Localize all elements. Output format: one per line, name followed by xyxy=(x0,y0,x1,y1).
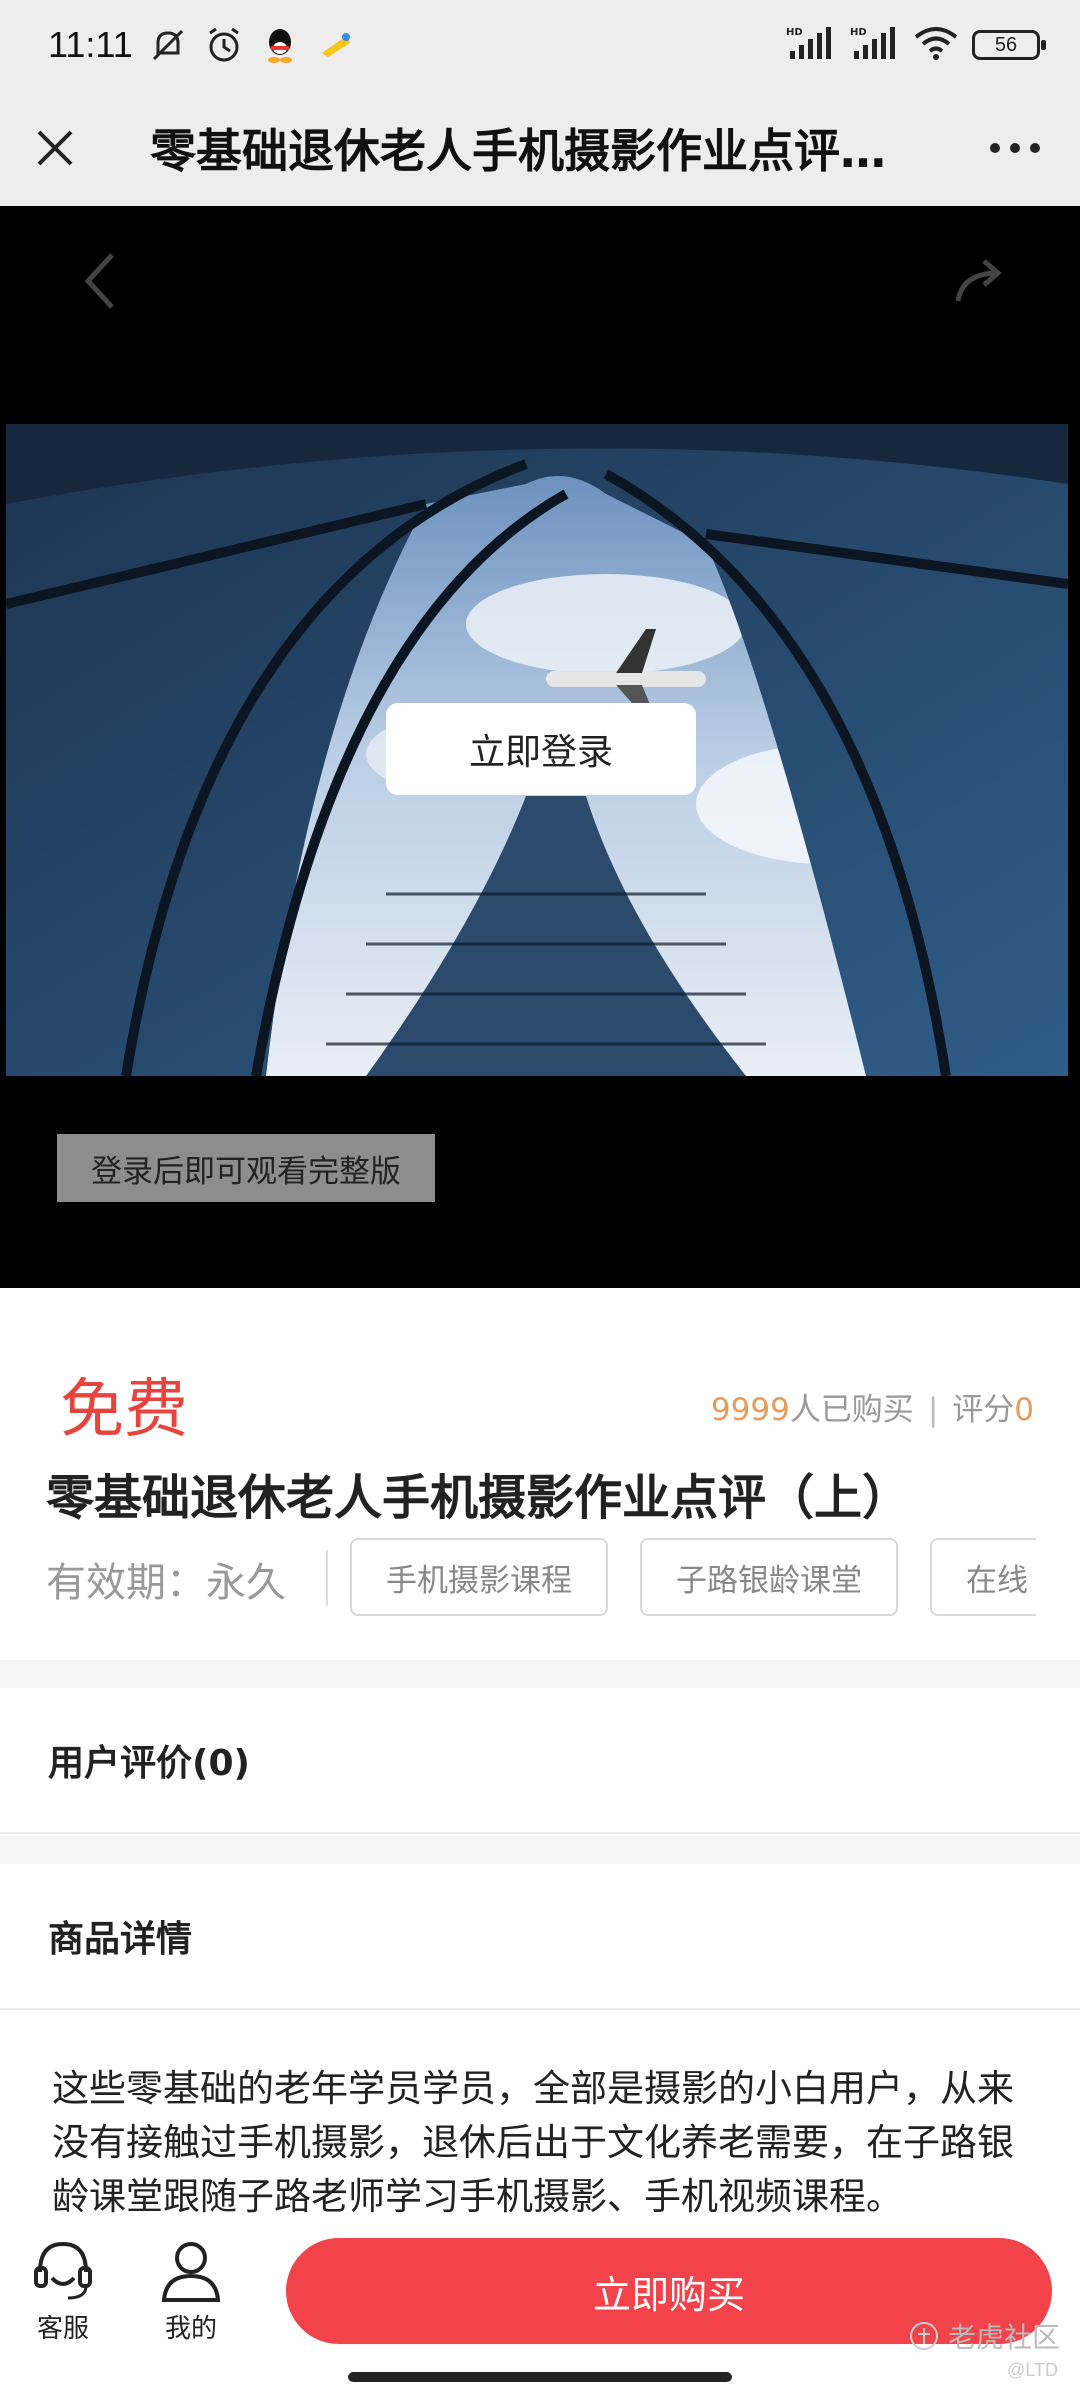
status-time: 11:11 xyxy=(48,24,133,65)
qq-icon xyxy=(259,24,301,66)
close-button[interactable] xyxy=(0,90,110,206)
product-description: 这些零基础的老年学员学员，全部是摄影的小白用户，从来没有接触过手机摄影，退休后出… xyxy=(52,2067,1014,2218)
rating-label: 评分 xyxy=(952,1392,1015,1428)
watermark-sub: @LTD xyxy=(1007,2360,1058,2380)
tag[interactable]: 在线 xyxy=(930,1538,1036,1616)
watermark: 老虎社区 xyxy=(908,2316,1060,2356)
section-gap xyxy=(0,1660,1080,1688)
validity-label: 有效期： xyxy=(46,1560,206,1606)
mute-icon xyxy=(147,24,189,66)
user-icon xyxy=(161,2242,221,2302)
preview-tip: 登录后即可观看完整版 xyxy=(57,1134,435,1202)
hd-signal-icon: HD xyxy=(786,25,836,65)
chevron-left-icon xyxy=(84,253,114,309)
video-player[interactable]: 立即登录 登录后即可观看完整版 xyxy=(0,206,1080,1288)
svg-text:HD: HD xyxy=(850,27,867,38)
customer-service-label: 客服 xyxy=(36,2314,89,2344)
more-button[interactable] xyxy=(950,90,1080,206)
customer-service-button[interactable]: 客服 xyxy=(18,2238,108,2345)
reviews-section[interactable]: 用户评价(0) xyxy=(0,1688,1080,1834)
hd-signal-icon: HD xyxy=(850,25,900,65)
product-stats: 9999人已购买 | 评分0 xyxy=(711,1384,1034,1429)
close-icon xyxy=(37,130,73,166)
login-overlay-button[interactable]: 立即登录 xyxy=(386,703,696,795)
validity-value: 永久 xyxy=(206,1560,286,1606)
tiger-logo-icon xyxy=(909,2322,938,2350)
page-title: 零基础退休老人手机摄影作业点评（上） xyxy=(150,124,950,178)
purchase-count: 9999 xyxy=(710,1392,790,1428)
headset-icon xyxy=(34,2241,92,2300)
rating-value: 0 xyxy=(1014,1392,1034,1428)
wifi-icon xyxy=(914,25,958,65)
tag[interactable]: 手机摄影课程 xyxy=(350,1538,608,1616)
validity: 有效期： 永久 xyxy=(46,1550,286,1608)
details-section: 商品详情 xyxy=(0,1864,1080,2010)
alarm-icon xyxy=(203,24,245,66)
home-indicator[interactable] xyxy=(348,2372,732,2382)
stats-separator: | xyxy=(927,1392,939,1428)
video-back-button[interactable] xyxy=(70,246,130,316)
battery-icon: 56 xyxy=(972,30,1046,60)
status-bar: 11:11 HD HD 56 xyxy=(0,0,1080,90)
tag-list: 手机摄影课程 子路银龄课堂 在线 xyxy=(350,1538,1036,1618)
more-icon xyxy=(990,143,1040,153)
share-icon xyxy=(955,259,1002,302)
video-share-button[interactable] xyxy=(950,246,1010,316)
tag[interactable]: 子路银龄课堂 xyxy=(640,1538,898,1616)
price-label: 免费 xyxy=(60,1373,188,1447)
course-title: 零基础退休老人手机摄影作业点评（上） xyxy=(46,1470,911,1526)
watermark-text: 老虎社区 xyxy=(947,2321,1060,2354)
product-info: 免费 9999人已购买 | 评分0 零基础退休老人手机摄影作业点评（上） 有效期：永… xyxy=(0,1288,1080,1660)
mine-button[interactable]: 我的 xyxy=(146,2238,236,2345)
svg-text:HD: HD xyxy=(786,27,803,38)
status-left: 11:11 xyxy=(48,24,357,66)
validity-divider xyxy=(326,1550,328,1606)
page-header: 零基础退休老人手机摄影作业点评（上） xyxy=(0,90,1080,206)
purchase-suffix: 人已购买 xyxy=(789,1392,914,1428)
app-icon xyxy=(315,24,357,66)
mine-label: 我的 xyxy=(164,2314,217,2344)
status-right: HD HD 56 xyxy=(786,25,1046,65)
section-gap xyxy=(0,1836,1080,1864)
